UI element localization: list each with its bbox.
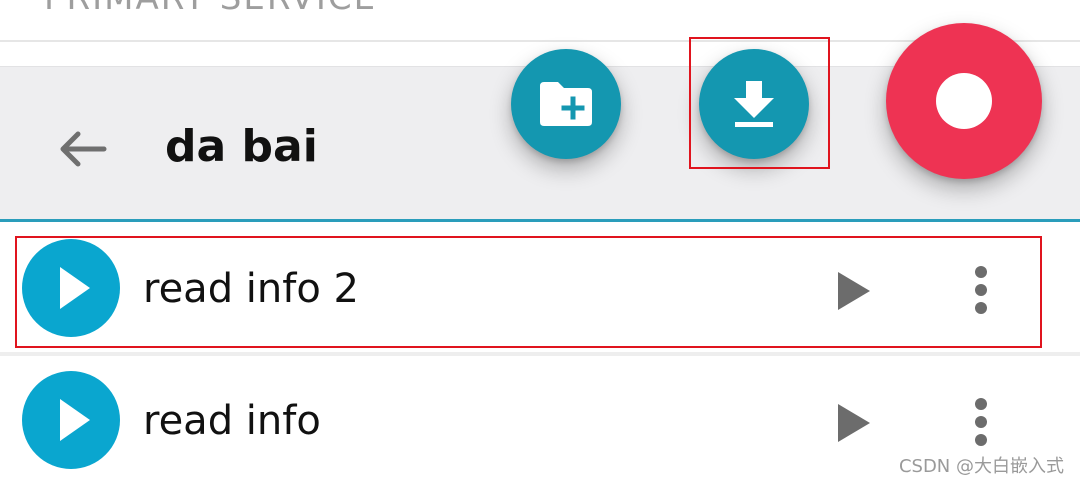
list-item[interactable]: read info 2 (0, 230, 1080, 350)
record-icon (936, 73, 992, 129)
record-button[interactable] (886, 23, 1042, 179)
page-title: da bai (165, 121, 318, 172)
more-options-button[interactable] (960, 394, 1002, 454)
new-folder-button[interactable] (511, 49, 621, 159)
more-options-button[interactable] (960, 262, 1002, 322)
folder-plus-icon (540, 82, 592, 126)
download-icon (734, 81, 774, 127)
arrow-left-icon (60, 131, 107, 167)
play-button[interactable] (830, 400, 876, 446)
play-circle-icon (22, 371, 120, 469)
play-circle-icon (22, 239, 120, 337)
watermark: CSDN @大白嵌入式 (898, 456, 1064, 477)
list-item-label: read info (143, 398, 321, 444)
more-vert-icon (975, 398, 987, 446)
play-icon (838, 404, 870, 442)
more-vert-icon (975, 266, 987, 314)
play-button[interactable] (830, 268, 876, 314)
list-item-label: read info 2 (143, 266, 359, 312)
list-divider (0, 352, 1080, 356)
play-icon (838, 272, 870, 310)
section-header: PRIMARY SERVICE (0, 0, 1080, 42)
section-header-label: PRIMARY SERVICE (44, 0, 377, 18)
download-button[interactable] (699, 49, 809, 159)
back-button[interactable] (52, 119, 112, 179)
